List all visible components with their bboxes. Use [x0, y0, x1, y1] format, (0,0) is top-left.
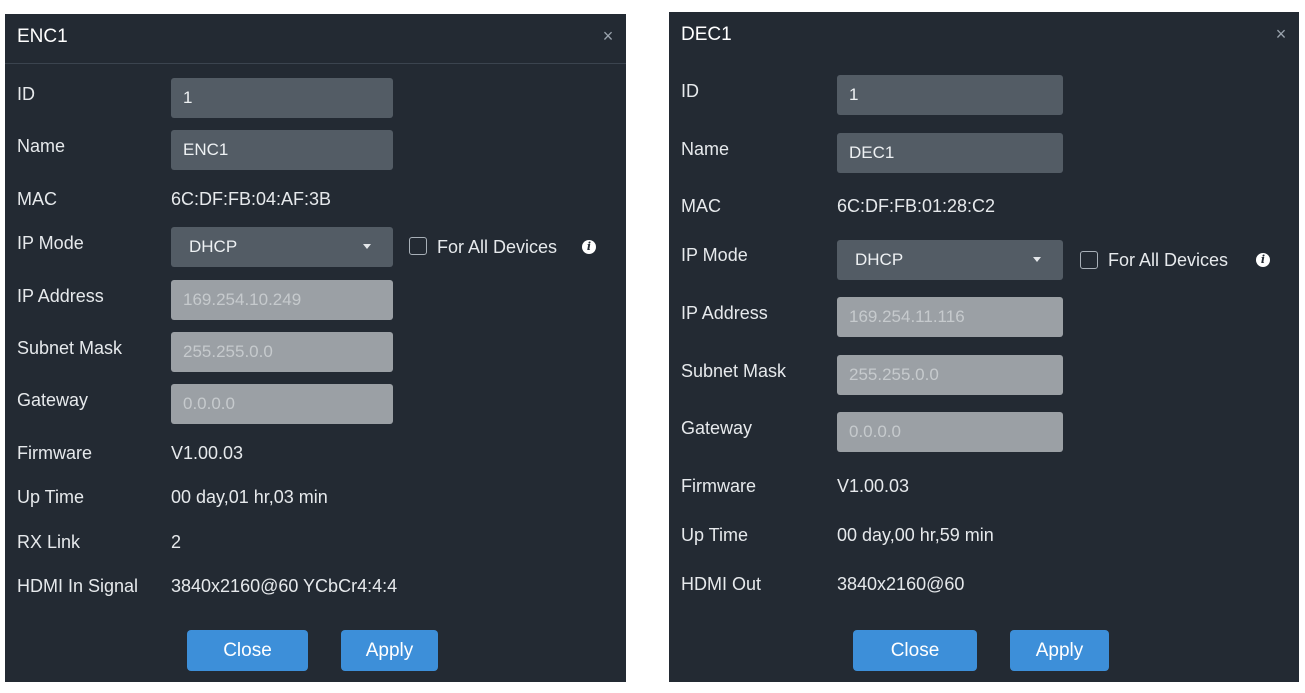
mac-value: 6C:DF:FB:01:28:C2 [837, 196, 996, 216]
close-button[interactable]: Close [853, 630, 977, 671]
id-input[interactable]: 1 [837, 75, 1063, 115]
name-label: Name [681, 139, 730, 159]
firmware-label: Firmware [17, 443, 92, 463]
dialog-title: ENC1 [17, 26, 68, 47]
gateway-label: Gateway [681, 418, 753, 438]
hdmi-in-signal-label: HDMI In Signal [17, 576, 139, 596]
caret-down-icon [1033, 257, 1041, 262]
for-all-devices-checkbox[interactable] [409, 237, 427, 255]
caret-down-icon [363, 244, 371, 249]
ip-mode-label: IP Mode [681, 245, 748, 265]
ip-address-input: 169.254.11.116 [837, 297, 1063, 337]
hdmi-in-signal-value: 3840x2160@60 YCbCr4:4:4 [171, 576, 398, 596]
mac-value: 6C:DF:FB:04:AF:3B [171, 189, 332, 209]
name-input[interactable]: DEC1 [837, 133, 1063, 173]
up-time-value: 00 day,00 hr,59 min [837, 525, 994, 545]
id-label: ID [681, 81, 699, 101]
apply-button[interactable]: Apply [1010, 630, 1109, 671]
close-icon[interactable]: × [600, 27, 616, 45]
dialog-header: ENC1 × [5, 14, 626, 64]
rx-link-value: 2 [171, 532, 182, 552]
apply-button[interactable]: Apply [341, 630, 438, 671]
mac-label: MAC [681, 196, 721, 216]
gateway-label: Gateway [17, 390, 89, 410]
hdmi-out-value: 3840x2160@60 [837, 574, 965, 594]
firmware-value: V1.00.03 [171, 443, 244, 463]
ip-mode-value: DHCP [189, 237, 238, 256]
dec1-dialog: DEC1 × ID 1 Name DEC1 MAC 6C:DF:FB:01:28… [669, 12, 1299, 682]
subnet-mask-label: Subnet Mask [681, 361, 787, 381]
name-label: Name [17, 136, 66, 156]
subnet-mask-input: 255.255.0.0 [171, 332, 393, 372]
name-input[interactable]: ENC1 [171, 130, 393, 170]
ip-address-label: IP Address [681, 303, 768, 323]
for-all-devices-label[interactable]: For All Devices [437, 237, 557, 258]
gateway-input: 0.0.0.0 [837, 412, 1063, 452]
info-icon[interactable]: i [582, 240, 596, 254]
enc1-dialog: ENC1 × ID 1 Name ENC1 MAC 6C:DF:FB:04:AF… [5, 14, 626, 682]
id-input[interactable]: 1 [171, 78, 393, 118]
id-label: ID [17, 84, 35, 104]
up-time-label: Up Time [17, 487, 85, 507]
firmware-value: V1.00.03 [837, 476, 910, 496]
hdmi-out-label: HDMI Out [681, 574, 762, 594]
for-all-devices-label[interactable]: For All Devices [1108, 250, 1228, 271]
close-icon[interactable]: × [1273, 25, 1289, 43]
for-all-devices-checkbox[interactable] [1080, 251, 1098, 269]
up-time-value: 00 day,01 hr,03 min [171, 487, 328, 507]
ip-mode-select[interactable]: DHCP [837, 240, 1063, 280]
gateway-input: 0.0.0.0 [171, 384, 393, 424]
ip-address-input: 169.254.10.249 [171, 280, 393, 320]
rx-link-label: RX Link [17, 532, 81, 552]
ip-mode-select[interactable]: DHCP [171, 227, 393, 267]
ip-mode-value: DHCP [855, 250, 904, 269]
close-button[interactable]: Close [187, 630, 308, 671]
ip-address-label: IP Address [17, 286, 104, 306]
dialog-title: DEC1 [681, 24, 732, 45]
mac-label: MAC [17, 189, 57, 209]
ip-mode-label: IP Mode [17, 233, 84, 253]
firmware-label: Firmware [681, 476, 756, 496]
subnet-mask-label: Subnet Mask [17, 338, 123, 358]
info-icon[interactable]: i [1256, 253, 1270, 267]
subnet-mask-input: 255.255.0.0 [837, 355, 1063, 395]
dialog-header: DEC1 × [669, 12, 1299, 58]
up-time-label: Up Time [681, 525, 749, 545]
